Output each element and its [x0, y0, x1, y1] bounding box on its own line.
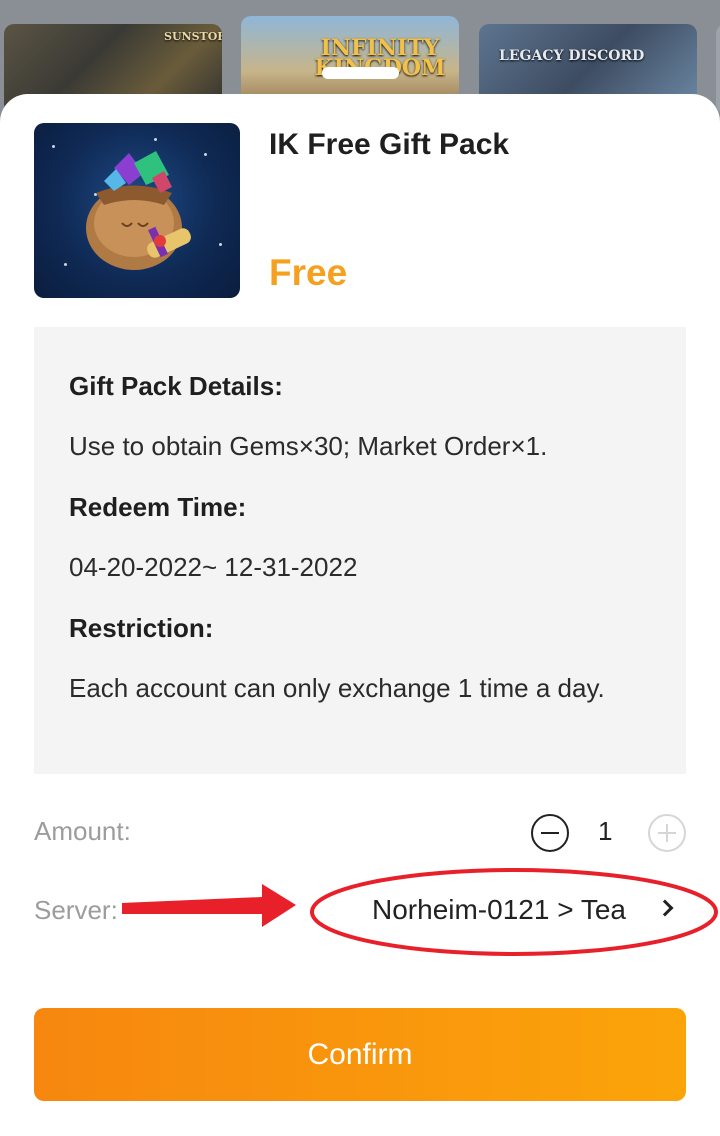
- restriction-heading: Restriction:: [69, 613, 214, 643]
- banner-partial[interactable]: [716, 24, 720, 114]
- decrease-amount-button[interactable]: [531, 814, 569, 852]
- confirm-button[interactable]: Confirm: [34, 1008, 686, 1101]
- amount-label: Amount:: [34, 816, 131, 846]
- gift-pack-price: Free: [269, 252, 348, 293]
- annotation-arrow: [122, 884, 296, 927]
- gift-pack-title: IK Free Gift Pack: [269, 128, 510, 161]
- increase-amount-button[interactable]: [648, 814, 686, 852]
- amount-value: 1: [598, 816, 613, 846]
- server-label: Server:: [34, 895, 118, 925]
- details-heading: Gift Pack Details:: [69, 371, 283, 401]
- banner-title: SUNSTORM: [164, 30, 222, 43]
- restriction-text: Each account can only exchange 1 time a …: [69, 673, 605, 703]
- redeem-time-text: 04-20-2022~ 12-31-2022: [69, 552, 358, 582]
- banner-title: LEGACY DISCORD: [499, 48, 645, 64]
- gift-pack-details-panel: Gift Pack Details: Use to obtain Gems×30…: [34, 327, 686, 774]
- treasure-bag-icon: [86, 151, 191, 270]
- chevron-right-icon[interactable]: [656, 899, 674, 917]
- sheet-drag-handle[interactable]: [322, 67, 399, 79]
- details-text: Use to obtain Gems×30; Market Order×1.: [69, 431, 548, 461]
- redeem-time-heading: Redeem Time:: [69, 492, 247, 522]
- gift-pack-image: [34, 123, 240, 298]
- gift-pack-sheet: IK Free Gift Pack Free Gift Pack Details…: [0, 94, 720, 1136]
- server-selector[interactable]: Norheim-0121 > Tea: [372, 894, 626, 926]
